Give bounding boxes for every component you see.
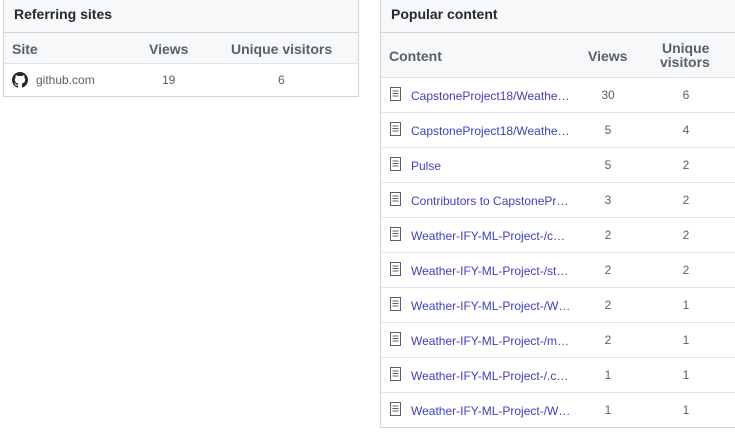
content-link[interactable]: Pulse: [411, 159, 571, 173]
content-unique-visitors: 2: [682, 228, 690, 242]
file-icon: [389, 157, 402, 174]
content-views: 5: [604, 158, 612, 172]
file-icon: [389, 192, 402, 209]
content-views: 5: [604, 123, 612, 137]
popular-content-list: CapstoneProject18/Weathe… 30 6 CapstoneProj…: [381, 78, 735, 428]
column-views: Views: [149, 41, 189, 57]
referring-sites-title: Referring sites: [4, 0, 358, 33]
content-unique-visitors: 2: [682, 193, 690, 207]
file-icon: [389, 402, 402, 419]
content-views: 1: [604, 403, 612, 417]
content-views: 1: [604, 368, 612, 382]
content-row: Weather-IFY-ML-Project-/st… 2 2: [381, 253, 735, 288]
content-link[interactable]: Weather-IFY-ML-Project-/W…: [411, 299, 571, 313]
file-icon: [389, 227, 402, 244]
column-unique-visitors: Unique visitors: [231, 41, 333, 57]
file-icon: [389, 297, 402, 314]
site-views: 19: [162, 73, 176, 87]
content-unique-visitors: 2: [682, 158, 690, 172]
referring-sites-header: Site Views Unique visitors: [4, 33, 358, 64]
file-icon: [389, 262, 402, 279]
column-unique-line2: visitors: [660, 54, 710, 70]
content-row: Weather-IFY-ML-Project-/m… 2 1: [381, 323, 735, 358]
column-views: Views: [588, 48, 628, 64]
content-link[interactable]: CapstoneProject18/Weathe…: [411, 89, 571, 103]
referring-site-row[interactable]: github.com 19 6: [4, 64, 358, 96]
referring-sites-panel: Referring sites Site Views Unique visito…: [3, 0, 359, 97]
content-link[interactable]: Weather-IFY-ML-Project-/.c…: [411, 369, 571, 383]
content-row: Pulse 5 2: [381, 148, 735, 183]
content-unique-visitors: 1: [682, 298, 690, 312]
file-icon: [389, 87, 402, 104]
content-row: Weather-IFY-ML-Project-/.c… 1 1: [381, 358, 735, 393]
site-name: github.com: [36, 73, 95, 87]
content-views: 30: [601, 88, 615, 102]
content-unique-visitors: 4: [682, 123, 690, 137]
content-row: CapstoneProject18/Weathe… 5 4: [381, 113, 735, 148]
popular-content-header: Content Views Unique visitors: [381, 33, 735, 78]
content-link[interactable]: Weather-IFY-ML-Project-/co…: [411, 229, 571, 243]
content-link[interactable]: Contributors to CapstonePr…: [411, 194, 571, 208]
content-link[interactable]: CapstoneProject18/Weathe…: [411, 124, 571, 138]
content-link[interactable]: Weather-IFY-ML-Project-/st…: [411, 264, 571, 278]
file-icon: [389, 332, 402, 349]
content-unique-visitors: 1: [682, 368, 690, 382]
content-unique-visitors: 1: [682, 403, 690, 417]
popular-content-panel: Popular content Content Views Unique vis…: [380, 0, 735, 428]
content-unique-visitors: 6: [682, 88, 690, 102]
content-unique-visitors: 1: [682, 333, 690, 347]
content-views: 2: [604, 228, 612, 242]
content-row: Weather-IFY-ML-Project-/co… 2 2: [381, 218, 735, 253]
file-icon: [389, 367, 402, 384]
content-row: Weather-IFY-ML-Project-/W… 1 1: [381, 393, 735, 428]
file-icon: [389, 122, 402, 139]
content-link[interactable]: Weather-IFY-ML-Project-/W…: [411, 404, 571, 418]
content-unique-visitors: 2: [682, 263, 690, 277]
popular-content-title: Popular content: [381, 0, 735, 33]
content-row: Weather-IFY-ML-Project-/W… 2 1: [381, 288, 735, 323]
github-icon: [12, 72, 28, 91]
content-views: 2: [604, 333, 612, 347]
content-views: 2: [604, 263, 612, 277]
content-link[interactable]: Weather-IFY-ML-Project-/m…: [411, 334, 571, 348]
column-content: Content: [389, 48, 442, 64]
content-row: Contributors to CapstonePr… 3 2: [381, 183, 735, 218]
content-row: CapstoneProject18/Weathe… 30 6: [381, 78, 735, 113]
content-views: 3: [604, 193, 612, 207]
content-views: 2: [604, 298, 612, 312]
column-site: Site: [12, 41, 38, 57]
site-unique-visitors: 6: [278, 73, 285, 87]
